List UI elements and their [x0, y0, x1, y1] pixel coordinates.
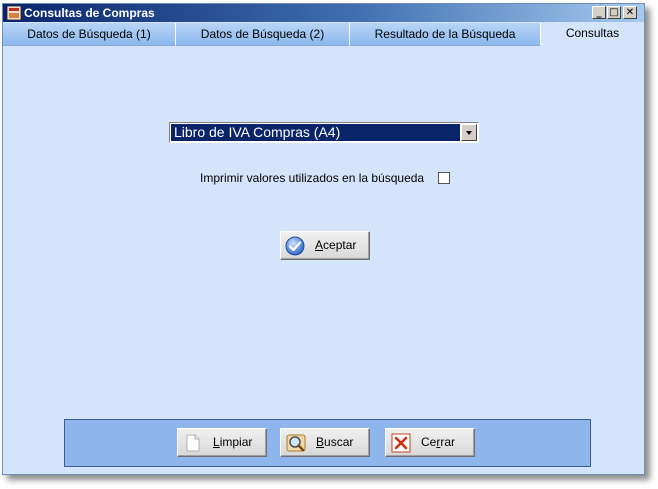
report-type-select[interactable]: Libro de IVA Compras (A4) — [169, 122, 479, 143]
dropdown-arrow-icon[interactable] — [461, 124, 477, 141]
accept-label-accesskey: A — [315, 238, 324, 252]
print-values-checkbox[interactable] — [438, 172, 450, 184]
tab-datos-busqueda-1[interactable]: Datos de Búsqueda (1) — [3, 23, 176, 46]
search-button[interactable]: Buscar — [280, 428, 370, 457]
title-bar[interactable]: Consultas de Compras _ □ ✕ — [3, 4, 644, 22]
print-values-label: Imprimir valores utilizados en la búsque… — [200, 171, 425, 185]
minimize-button[interactable]: _ — [592, 6, 606, 19]
close-label-start: Ce — [421, 435, 437, 449]
close-label-end: rar — [440, 435, 456, 449]
tab-datos-busqueda-2[interactable]: Datos de Búsqueda (2) — [176, 23, 350, 46]
maximize-button[interactable]: □ — [607, 6, 621, 19]
tab-consultas[interactable]: Consultas — [541, 23, 644, 46]
accept-button[interactable]: Aceptar — [280, 231, 370, 260]
close-icon — [391, 433, 411, 453]
close-button[interactable]: Cerrar — [385, 428, 475, 457]
magnifier-icon — [286, 434, 306, 452]
report-type-value: Libro de IVA Compras (A4) — [171, 124, 460, 141]
main-window: Consultas de Compras _ □ ✕ Datos de Búsq… — [2, 3, 645, 475]
search-label-accesskey: B — [316, 435, 325, 449]
close-window-button[interactable]: ✕ — [623, 6, 637, 19]
clear-label-accesskey: L — [213, 435, 220, 449]
search-label: uscar — [324, 435, 354, 449]
window-title: Consultas de Compras — [24, 6, 155, 20]
tab-bar: Datos de Búsqueda (1) Datos de Búsqueda … — [3, 23, 644, 46]
action-button-panel: Limpiar Buscar Cerrar — [64, 419, 591, 467]
accept-label: ceptar — [323, 238, 357, 252]
blank-page-icon — [186, 434, 200, 452]
clear-button[interactable]: Limpiar — [177, 428, 267, 457]
app-icon — [7, 6, 21, 20]
tab-resultado-busqueda[interactable]: Resultado de la Búsqueda — [350, 23, 541, 46]
check-icon — [285, 236, 305, 256]
clear-label: impiar — [219, 435, 253, 449]
